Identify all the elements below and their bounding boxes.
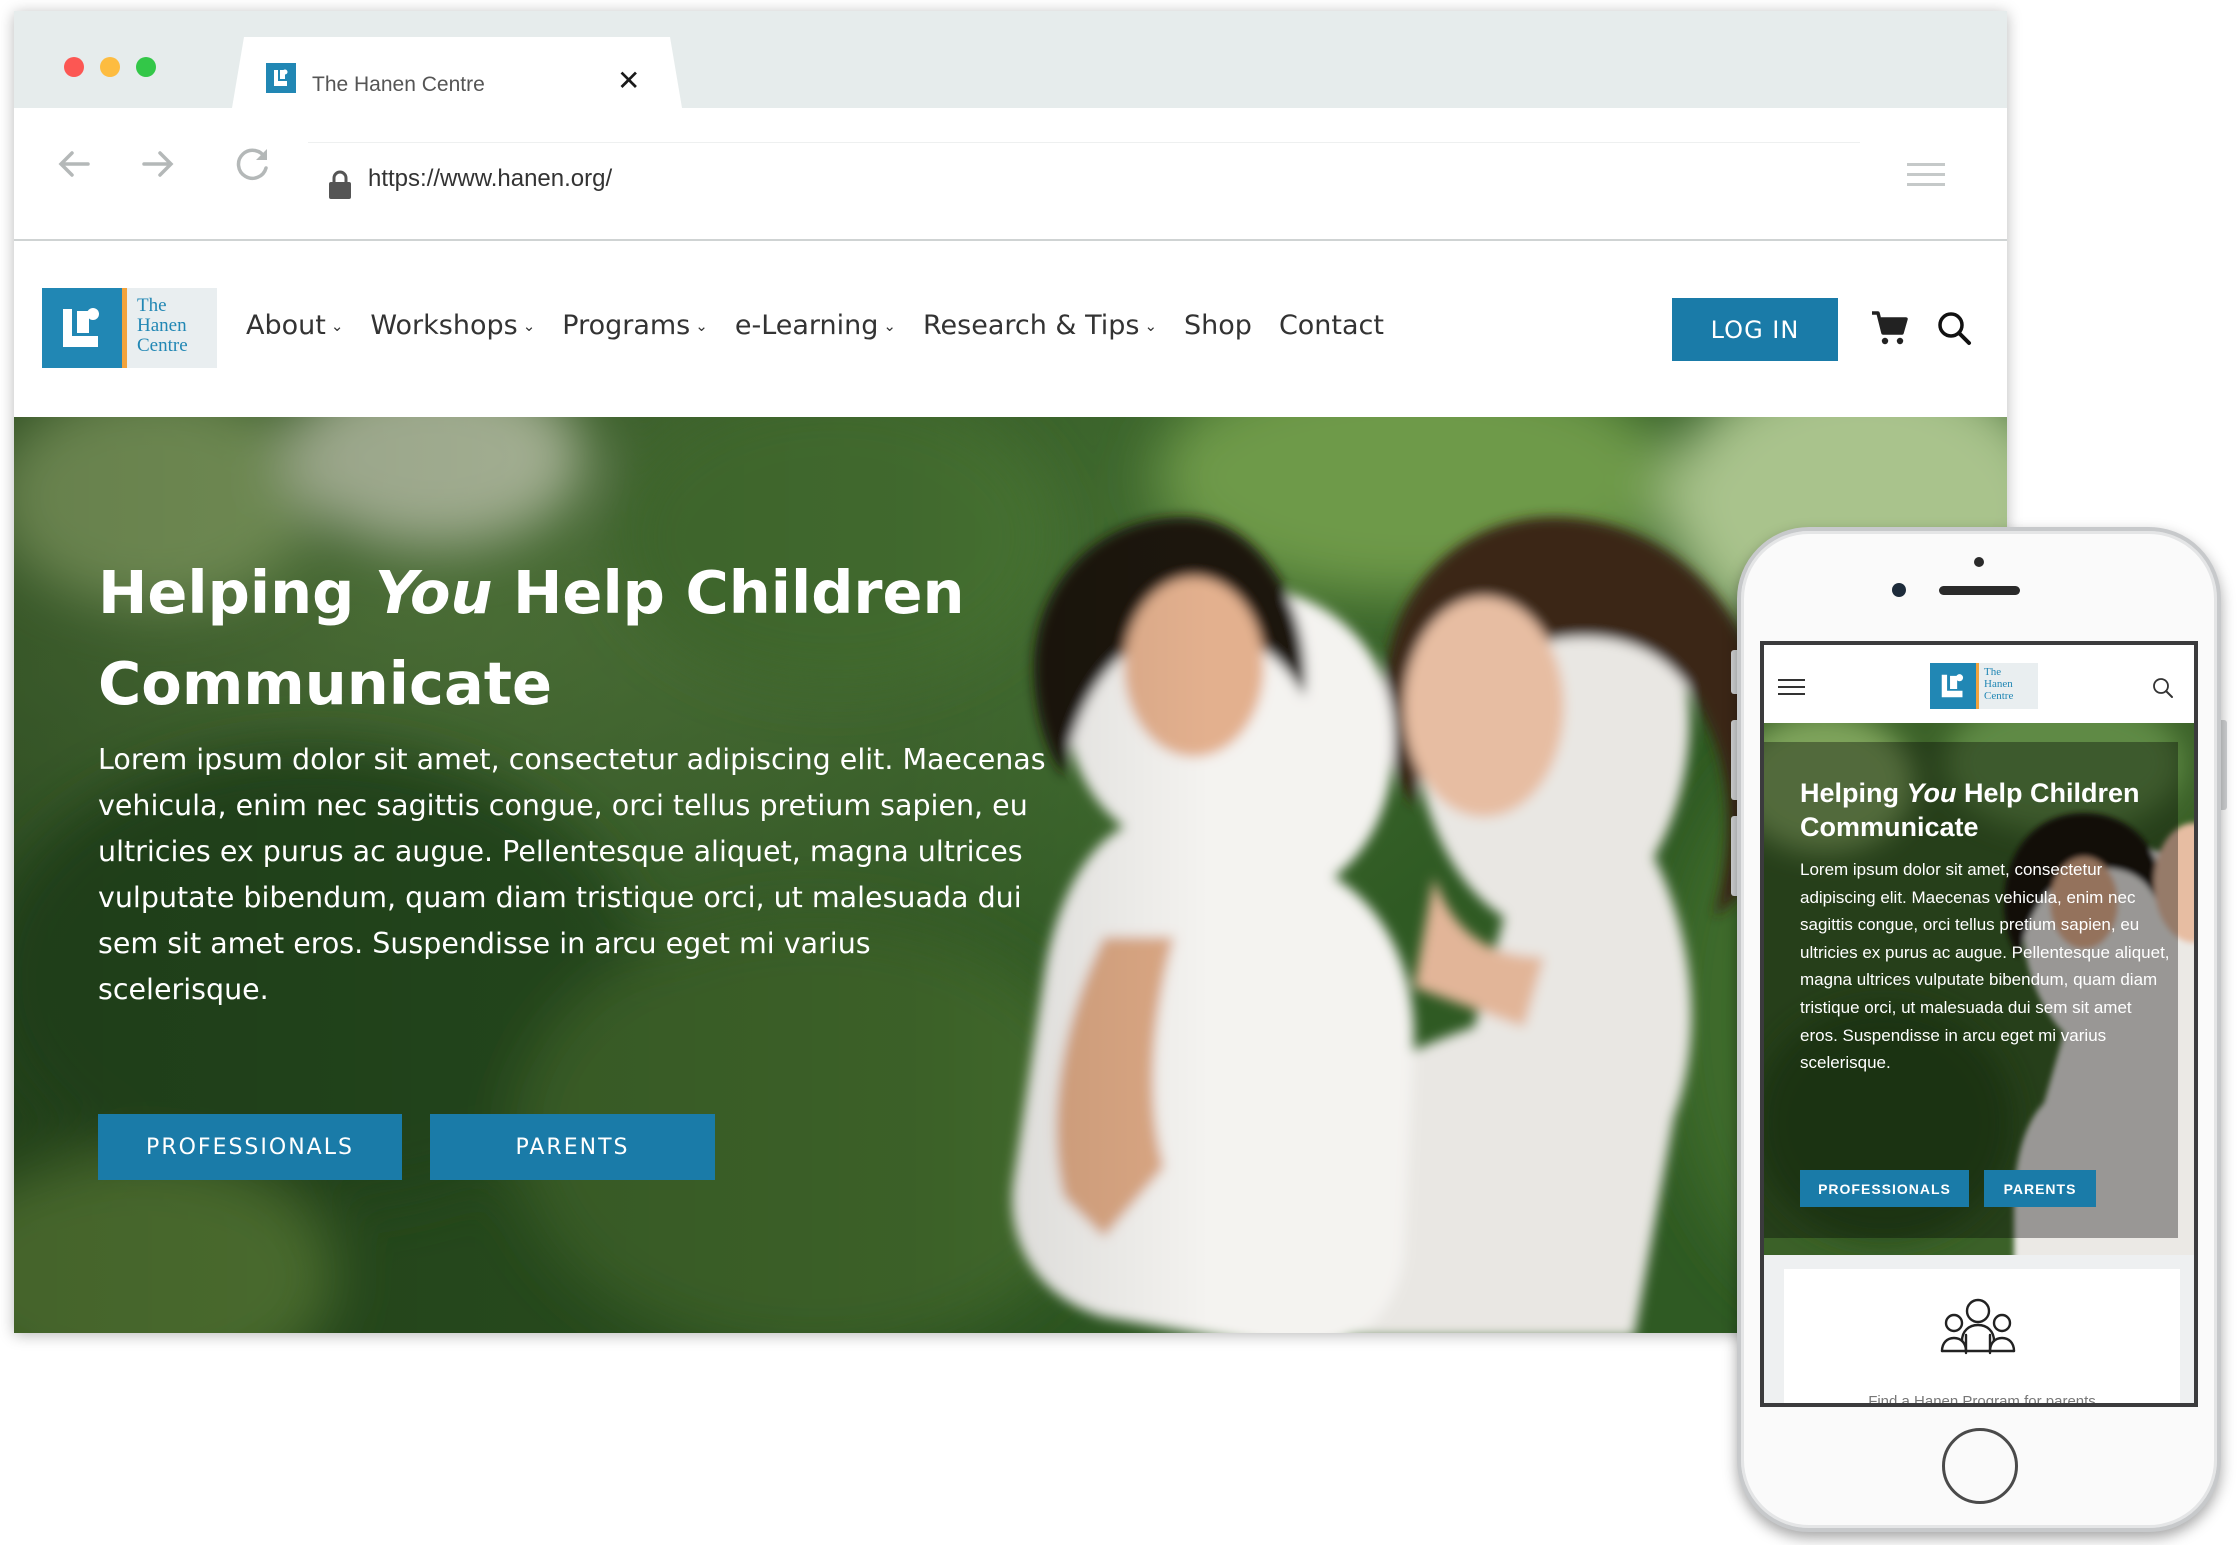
- close-window-button[interactable]: [64, 57, 84, 77]
- back-arrow-icon[interactable]: [54, 144, 94, 191]
- forward-arrow-icon[interactable]: [138, 144, 178, 191]
- nav-item-programs[interactable]: Programs ⌄: [562, 310, 708, 341]
- hero-title: Helping You Help Children Communicate: [98, 558, 965, 718]
- login-button[interactable]: LOG IN: [1672, 298, 1838, 361]
- logo-mark-icon: [1930, 663, 1976, 709]
- search-icon[interactable]: [1936, 310, 1972, 350]
- tab-close-icon[interactable]: ✕: [617, 67, 640, 95]
- nav-item-research-tips[interactable]: Research & Tips ⌄: [923, 310, 1157, 341]
- address-bar-url[interactable]: https://www.hanen.org/: [368, 165, 612, 193]
- mobile-parents-button[interactable]: PARENTS: [1984, 1170, 2096, 1207]
- chevron-down-icon: ⌄: [330, 316, 344, 335]
- address-bar-divider: [308, 142, 1860, 143]
- nav-item-contact[interactable]: Contact: [1279, 310, 1384, 341]
- lock-icon: [328, 170, 352, 204]
- chevron-down-icon: ⌄: [883, 316, 896, 335]
- phone-home-button[interactable]: [1942, 1428, 2018, 1504]
- main-nav: About ⌄ Workshops ⌄ Programs ⌄ e-Learning ⌄ …: [246, 310, 1411, 341]
- phone-camera: [1892, 583, 1906, 597]
- program-card-label: Find a Hanen Program for parents: [1868, 1393, 2096, 1407]
- maximize-window-button[interactable]: [136, 57, 156, 77]
- hero-body-text: Lorem ipsum dolor sit amet, consectetur …: [98, 743, 1046, 1006]
- search-icon[interactable]: [2152, 677, 2174, 703]
- chevron-down-icon: ⌄: [1144, 316, 1158, 335]
- tab-bar: The Hanen Centre ✕: [14, 11, 2007, 108]
- nav-item-about[interactable]: About ⌄: [246, 310, 343, 341]
- browser-window: The Hanen Centre ✕ https://www.hanen.org…: [14, 11, 2007, 1333]
- nav-item-workshops[interactable]: Workshops ⌄: [370, 310, 535, 341]
- logo-mark-icon: [42, 288, 122, 368]
- mobile-hero-body-text: Lorem ipsum dolor sit amet, consectetur …: [1800, 860, 2170, 1073]
- tab-title: The Hanen Centre: [312, 73, 485, 96]
- site-logo[interactable]: The Hanen Centre: [42, 288, 217, 368]
- logo-text: The Hanen Centre: [1984, 666, 2014, 702]
- logo-accent-stripe: [122, 288, 127, 368]
- browser-toolbar: https://www.hanen.org/: [14, 108, 2007, 241]
- mobile-hero-overlay: Helping You Help Children Communicate Lo…: [1764, 742, 2178, 1238]
- professionals-button[interactable]: PROFESSIONALS: [98, 1114, 402, 1180]
- mobile-hero-title: Helping You Help Children Communicate: [1800, 778, 2140, 842]
- family-icon: [1936, 1295, 2020, 1363]
- phone-power-button: [2221, 720, 2227, 810]
- logo-text: The Hanen Centre: [137, 295, 188, 356]
- nav-item-shop[interactable]: Shop: [1184, 310, 1252, 341]
- chevron-down-icon: ⌄: [522, 316, 536, 335]
- hero-section: Helping You Help Children Communicate Lo…: [14, 417, 2007, 1333]
- mobile-hero-section: Helping You Help Children Communicate Lo…: [1764, 723, 2194, 1255]
- nav-item-elearning[interactable]: e-Learning ⌄: [735, 310, 896, 341]
- hamburger-menu-icon[interactable]: [1778, 679, 1805, 700]
- parents-button[interactable]: PARENTS: [430, 1114, 715, 1180]
- site-header: The Hanen Centre About ⌄ Workshops ⌄ Progr…: [14, 241, 2007, 417]
- mobile-professionals-button[interactable]: PROFESSIONALS: [1800, 1170, 1969, 1207]
- mobile-site-logo[interactable]: The Hanen Centre: [1930, 663, 2038, 709]
- favicon-icon: [266, 63, 296, 93]
- phone-screen: The Hanen Centre Helping You Help Childr…: [1760, 641, 2198, 1407]
- reload-icon[interactable]: [232, 144, 272, 191]
- browser-menu-icon[interactable]: [1907, 163, 1945, 193]
- cart-icon[interactable]: [1870, 309, 1908, 351]
- mobile-programs-section: Find a Hanen Program for parents: [1764, 1255, 2194, 1407]
- chevron-down-icon: ⌄: [695, 316, 708, 335]
- parent-program-card[interactable]: Find a Hanen Program for parents: [1784, 1269, 2180, 1407]
- logo-accent-stripe: [1976, 663, 1979, 709]
- phone-sensor: [1974, 557, 1984, 567]
- phone-speaker: [1939, 586, 2020, 595]
- minimize-window-button[interactable]: [100, 57, 120, 77]
- mobile-header: The Hanen Centre: [1764, 645, 2194, 723]
